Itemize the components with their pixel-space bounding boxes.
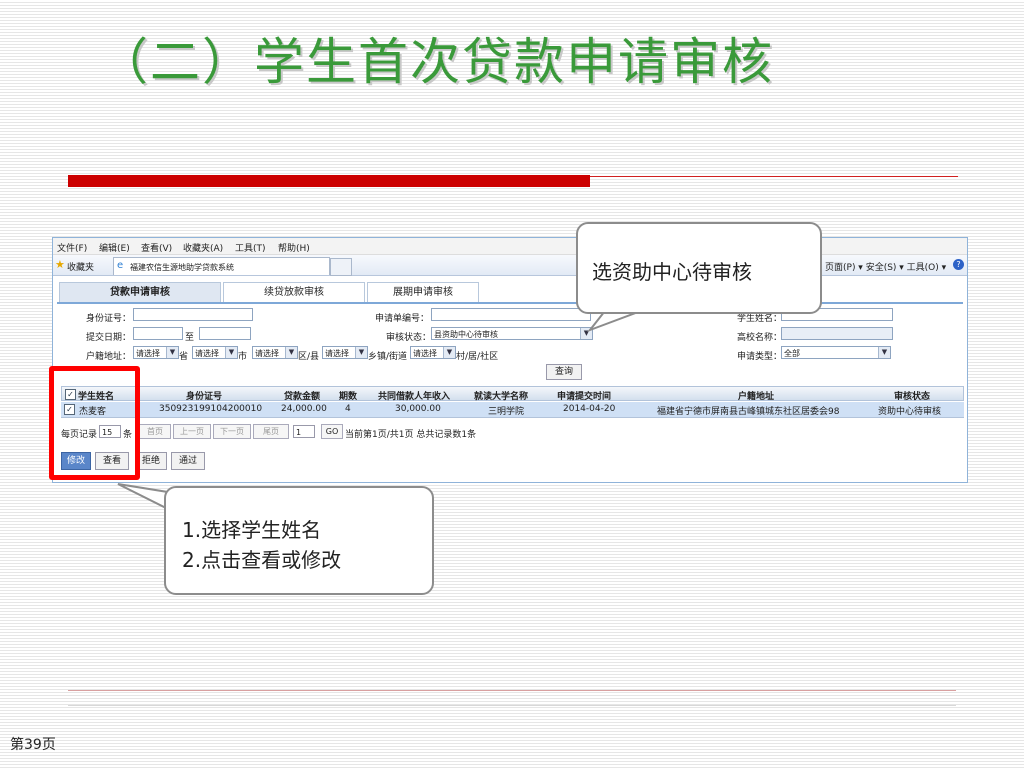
browser-tab[interactable]: e 福建农信生源地助学贷款系统 <box>113 257 330 275</box>
chevron-down-icon: ▼ <box>580 328 592 339</box>
col-audit-status: 审核状态 <box>894 392 931 402</box>
tab-extension-audit[interactable]: 展期申请审核 <box>367 282 479 302</box>
go-button[interactable]: GO <box>321 424 343 439</box>
callout-bottom-line1: 1.选择学生姓名 <box>182 518 322 542</box>
last-page-button[interactable]: 尾页 <box>253 424 289 439</box>
app-screenshot: 文件(F) 编辑(E) 查看(V) 收藏夹(A) 工具(T) 帮助(H) ★ 收… <box>52 237 968 483</box>
id-card-label: 身份证号： <box>86 314 132 324</box>
col-id-card: 身份证号 <box>186 392 223 402</box>
next-page-button[interactable]: 下一页 <box>213 424 251 439</box>
audit-status-label: 审核状态： <box>386 333 432 343</box>
col-terms: 期数 <box>339 392 358 402</box>
chevron-down-icon: ▼ <box>166 347 178 358</box>
village-select[interactable]: 请选择 ▼ <box>410 346 456 359</box>
menu-view[interactable]: 查看(V) <box>141 241 172 254</box>
submit-date-to[interactable] <box>199 327 251 340</box>
browser-favorites-bar: ★ 收藏夹 e 福建农信生源地助学贷款系统 页面(P) ▾ 安全(S) ▾ 工具… <box>53 255 967 276</box>
city-select-value: 请选择 <box>195 349 219 358</box>
province-select[interactable]: 请选择 ▼ <box>133 346 179 359</box>
app-tabs: 贷款申请审核 续贷放款审核 展期申请审核 <box>57 282 963 304</box>
table-row[interactable]: ✓ 杰麦客 350923199104200010 24,000.00 4 30,… <box>61 402 964 418</box>
cell-audit-status: 资助中心待审核 <box>878 407 942 417</box>
chevron-down-icon: ▼ <box>878 347 890 358</box>
district-select-value: 请选择 <box>255 349 279 358</box>
col-hukou: 户籍地址 <box>738 392 775 402</box>
prev-page-button[interactable]: 上一页 <box>173 424 211 439</box>
cell-college: 三明学院 <box>488 407 525 417</box>
table-header: ✓ 学生姓名 身份证号 贷款金额 期数 共同借款人年收入 就读大学名称 申请提交… <box>61 386 964 402</box>
chevron-down-icon: ▼ <box>355 347 367 358</box>
slide-title: （二）学生首次贷款申请审核 <box>98 33 774 91</box>
approve-button[interactable]: 通过 <box>171 452 205 470</box>
apply-type-label: 申请类型： <box>737 352 783 362</box>
title-divider-red <box>68 175 590 187</box>
title-divider-thin <box>590 176 958 177</box>
audit-status-select[interactable]: 县资助中心待审核 ▼ <box>431 327 593 340</box>
page-number: 第39页 <box>10 737 56 753</box>
col-college: 就读大学名称 <box>474 392 529 402</box>
tab-continue-loan-audit[interactable]: 续贷放款审核 <box>223 282 365 302</box>
apply-type-select[interactable]: 全部 ▼ <box>781 346 891 359</box>
id-card-input[interactable] <box>133 308 253 321</box>
town-select[interactable]: 请选择 ▼ <box>322 346 368 359</box>
menu-edit[interactable]: 编辑(E) <box>99 241 130 254</box>
cell-hukou: 福建省宁德市屏南县古峰镇城东社区居委会98 <box>657 407 840 417</box>
village-suffix: 村/居/社区 <box>456 352 499 362</box>
cell-submit-time: 2014-04-20 <box>563 404 616 414</box>
apply-type-value: 全部 <box>784 349 800 358</box>
college-label: 高校名称： <box>737 333 783 343</box>
help-icon[interactable]: ? <box>953 259 964 270</box>
footer-rule-2 <box>68 705 956 706</box>
apply-no-label: 申请单编号： <box>375 314 430 324</box>
query-button[interactable]: 查询 <box>546 364 582 380</box>
menu-help[interactable]: 帮助(H) <box>278 241 310 254</box>
hukou-label: 户籍地址： <box>86 352 132 362</box>
first-page-button[interactable]: 首页 <box>139 424 171 439</box>
submit-date-from[interactable] <box>133 327 183 340</box>
province-select-value: 请选择 <box>136 349 160 358</box>
submit-date-label: 提交日期： <box>86 333 132 343</box>
favorites-label[interactable]: 收藏夹 <box>67 260 94 273</box>
village-select-value: 请选择 <box>413 349 437 358</box>
new-tab-button[interactable] <box>330 258 352 276</box>
chevron-down-icon: ▼ <box>285 347 297 358</box>
menu-file[interactable]: 文件(F) <box>57 241 87 254</box>
ie-icon: e <box>117 260 124 271</box>
town-suffix: 乡镇/街道 <box>368 352 408 362</box>
col-loan-amount: 贷款金额 <box>284 392 321 402</box>
callout-bottom-line2: 2.点击查看或修改 <box>182 548 342 572</box>
cell-id-card: 350923199104200010 <box>159 404 263 414</box>
cell-loan-amount: 24,000.00 <box>281 404 327 414</box>
col-submit-time: 申请提交时间 <box>557 392 612 402</box>
town-select-value: 请选择 <box>325 349 349 358</box>
date-to-label: 至 <box>185 333 195 343</box>
cell-terms: 4 <box>345 404 351 414</box>
browser-menubar: 文件(F) 编辑(E) 查看(V) 收藏夹(A) 工具(T) 帮助(H) <box>53 238 967 255</box>
highlight-box <box>49 366 140 480</box>
province-suffix: 省 <box>179 352 189 362</box>
city-select[interactable]: 请选择 ▼ <box>192 346 238 359</box>
apply-no-input[interactable] <box>431 308 591 321</box>
district-suffix: 区/县 <box>298 352 320 362</box>
browser-tab-title: 福建农信生源地助学贷款系统 <box>130 263 234 272</box>
city-suffix: 市 <box>238 352 248 362</box>
chevron-down-icon: ▼ <box>443 347 455 358</box>
callout-top-text: 选资助中心待审核 <box>592 260 752 284</box>
menu-favorites[interactable]: 收藏夹(A) <box>183 241 223 254</box>
browser-tools[interactable]: 页面(P) ▾ 安全(S) ▾ 工具(O) ▾ <box>825 260 946 273</box>
col-co-borrower-income: 共同借款人年收入 <box>378 392 451 402</box>
tab-loan-apply-audit[interactable]: 贷款申请审核 <box>59 282 221 302</box>
footer-rule <box>68 690 956 691</box>
district-select[interactable]: 请选择 ▼ <box>252 346 298 359</box>
college-input[interactable] <box>781 327 893 340</box>
page-number-input[interactable]: 1 <box>293 425 315 438</box>
menu-tools[interactable]: 工具(T) <box>235 241 266 254</box>
star-icon[interactable]: ★ <box>55 258 65 271</box>
pager-info: 当前第1页/共1页 总共记录数1条 <box>345 430 477 440</box>
audit-status-value: 县资助中心待审核 <box>434 330 498 339</box>
chevron-down-icon: ▼ <box>225 347 237 358</box>
cell-income: 30,000.00 <box>395 404 441 414</box>
